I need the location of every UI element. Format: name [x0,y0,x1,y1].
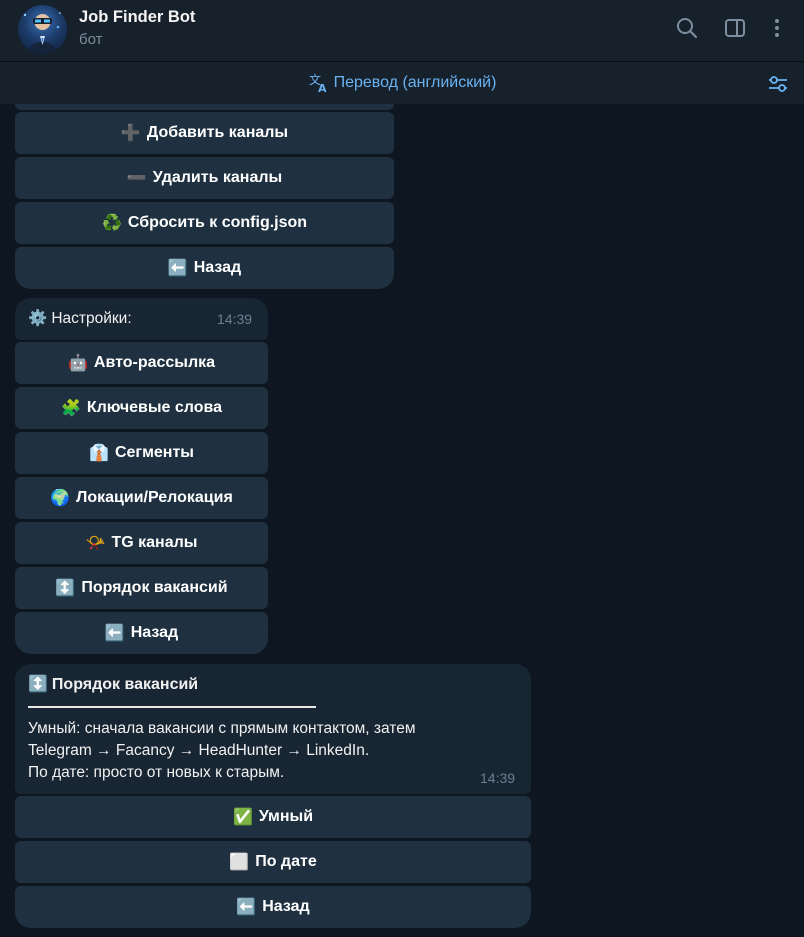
message-list[interactable]: ➕ Добавить каналы ➖ Удалить каналы ♻️ Сб… [0,104,804,937]
globe-icon: 🌍 [50,490,71,507]
keywords-button[interactable]: 🧩 Ключевые слова [15,387,268,429]
reset-config-button[interactable]: ♻️ Сбросить к config.json [15,202,394,244]
more-vertical-icon[interactable] [765,16,789,40]
back-arrow-icon: ⬅️ [167,260,188,277]
button-label: TG каналы [111,534,198,551]
segments-button[interactable]: 👔 Сегменты [15,432,268,474]
translation-settings-icon[interactable] [766,72,790,96]
back-arrow-icon: ⬅️ [236,899,257,916]
button-label: Добавить каналы [146,124,289,141]
message-title: Порядок вакансий [51,676,199,693]
button-label: Назад [262,898,310,915]
keyboard-button-cutoff[interactable] [15,104,394,110]
chat-title-block[interactable]: Job Finder Bot бот [79,6,195,51]
smart-order-button[interactable]: ✅ Умный [15,796,531,838]
search-icon[interactable] [675,16,699,40]
button-label: Локации/Релокация [76,489,233,506]
title-divider [28,706,316,708]
settings-message: ⚙️ Настройки: 14:39 [15,298,268,340]
auto-mailing-button[interactable]: 🤖 Авто-рассылка [15,342,268,384]
message-line: Умный: сначала вакансии с прямым контакт… [28,720,416,737]
button-label: Авто-рассылка [93,354,216,371]
button-label: Порядок вакансий [81,579,228,596]
settings-back-button[interactable]: ⬅️ Назад [15,612,268,654]
button-label: Назад [193,259,242,276]
remove-channels-button[interactable]: ➖ Удалить каналы [15,157,394,199]
chat-header: Job Finder Bot бот [0,0,804,62]
chat-title: Job Finder Bot [79,8,196,26]
button-label: Ключевые слова [86,399,223,416]
necktie-icon: 👔 [89,445,109,462]
button-label: По дате [255,853,317,870]
back-arrow-icon: ⬅️ [104,625,125,642]
message-time: 14:39 [217,311,253,327]
button-label: Удалить каналы [152,169,283,186]
chat-subtitle: бот [79,31,103,48]
up-down-arrow-icon: ↕️ [55,580,76,597]
svg-text:A: A [318,82,327,94]
translate-icon: 文 A [308,72,330,95]
message-text: Настройки: [51,310,132,327]
plus-icon: ➕ [120,125,141,142]
message-time: 14:39 [480,770,516,786]
puzzle-icon: 🧩 [60,400,81,417]
up-down-arrow-icon: ↕️ [28,676,48,693]
add-channels-button[interactable]: ➕ Добавить каналы [15,112,394,154]
order-back-button[interactable]: ⬅️ Назад [15,886,531,928]
button-label: Назад [130,624,179,641]
telegram-window: Job Finder Bot бот 文 A Перевод (английск… [0,0,804,937]
vacancy-order-message: ↕️ Порядок вакансий Умный: сначала ваканс… [15,664,531,794]
horn-icon: 📯 [85,535,106,552]
message-line: Telegram → Facancy → HeadHunter → Linked… [28,742,370,759]
date-order-button[interactable]: ⬜ По дате [15,841,531,883]
message-line: По дате: просто от новых к старым. [28,764,285,781]
bot-avatar[interactable] [18,5,67,54]
tg-channels-button[interactable]: 📯 TG каналы [15,522,268,564]
minus-icon: ➖ [126,170,147,187]
button-label: Сегменты [114,444,194,461]
check-mark-icon: ✅ [232,809,253,826]
vacancy-order-button[interactable]: ↕️ Порядок вакансий [15,567,268,609]
white-square-icon: ⬜ [229,854,250,871]
translate-bar[interactable]: 文 A Перевод (английский) [0,62,804,104]
recycle-icon: ♻️ [101,215,122,232]
gear-icon: ⚙️ [28,310,48,327]
sidebar-toggle-icon[interactable] [723,16,747,40]
button-label: Умный [258,808,314,825]
translate-label: Перевод (английский) [333,74,497,91]
button-label: Сбросить к config.json [127,214,308,231]
locations-button[interactable]: 🌍 Локации/Релокация [15,477,268,519]
robot-icon: 🤖 [67,355,88,372]
back-button[interactable]: ⬅️ Назад [15,247,394,289]
